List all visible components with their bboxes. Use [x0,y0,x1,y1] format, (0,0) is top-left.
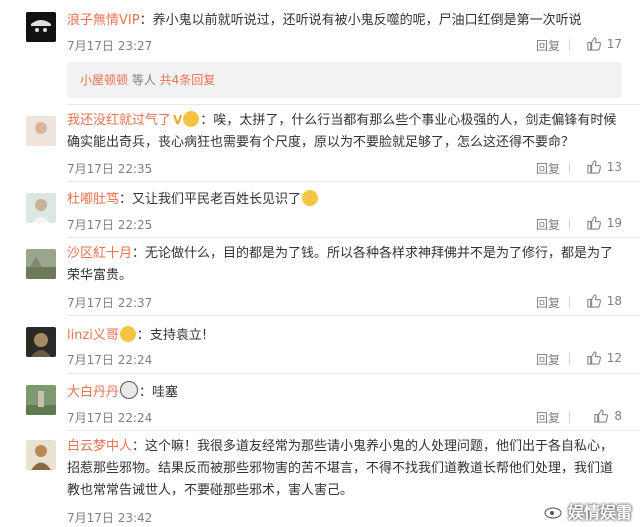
watermark: 娱情娱雷 [544,499,632,523]
sub-replies-box[interactable]: 小屋顿顿 等人 共4条回复 [67,62,622,98]
comment-text: 浪子無情VIP：养小鬼以前就听说过，还听说有被小鬼反噬的呢，尸油口红倒是第一次听… [67,10,620,32]
watermark-text: 娱情娱雷 [567,503,632,522]
like-button[interactable]: 19 [586,215,622,230]
like-count: 13 [606,159,622,174]
comment-username[interactable]: 杜嘟肚笃 [67,192,119,207]
panda-emoji [120,381,139,399]
comment-body: ：养小鬼以前就听说过，还听说有被小鬼反噬的呢，尸油口红倒是第一次听说 [139,13,582,28]
divider [67,430,640,431]
avatar[interactable] [26,440,56,470]
comment-text: 白云梦中人：这个嘛！我很多道友经常为那些请小鬼养小鬼的人处理问题，他们出于各自私… [67,436,620,502]
vip-badge: V [173,113,183,127]
comment-username[interactable]: linzi义哥 [67,328,119,343]
avatar[interactable] [26,12,56,42]
thumbs-up-icon [587,160,601,174]
thumbs-up-icon [587,294,601,308]
divider [569,411,570,423]
comment-time: 7月17日 22:37 [67,296,153,310]
reply-button[interactable]: 回复 [536,216,560,233]
avatar[interactable] [26,327,56,357]
comment-text: 大白丹丹 ：哇塞 [67,381,620,404]
avatar[interactable] [26,385,56,415]
comment-time: 7月17日 22:25 [67,218,153,232]
avatar[interactable] [26,116,56,146]
comment-username[interactable]: 浪子無情VIP [67,13,140,28]
sub-replies-summary[interactable]: 小屋顿顿 等人 共4条回复 [80,71,215,88]
avatar[interactable] [26,249,56,279]
divider [569,353,570,365]
like-count: 17 [606,36,622,51]
comment-time: 7月17日 23:27 [67,39,153,53]
like-button[interactable]: 18 [586,293,622,308]
divider [67,315,640,316]
like-count: 8 [614,408,622,423]
like-button[interactable]: 12 [586,350,622,365]
comment-username[interactable]: 大白丹丹 [67,385,119,400]
comment-username[interactable]: 我还没红就过气了 [67,113,171,128]
comment-username[interactable]: 白云梦中人 [67,439,132,454]
reply-button[interactable]: 回复 [536,409,560,426]
reply-button[interactable]: 回复 [536,294,560,311]
sub-reply-mid: 等人 [128,73,160,87]
like-count: 18 [606,293,622,308]
comment-body: ：哇塞 [139,385,179,400]
divider [569,296,570,308]
comment-time: 7月17日 22:24 [67,353,153,367]
comment-username[interactable]: 沙区紅十月 [67,246,132,261]
like-button[interactable]: 17 [586,36,622,51]
thumbs-up-icon [594,409,609,423]
sub-reply-count[interactable]: 共4条回复 [160,73,216,87]
weibo-logo-icon [544,507,562,519]
avatar[interactable] [26,193,56,223]
like-count: 12 [606,350,622,365]
divider [569,39,570,51]
sub-reply-username[interactable]: 小屋顿顿 [80,73,128,87]
like-button[interactable]: 8 [593,408,622,423]
comment-time: 7月17日 22:24 [67,411,153,425]
divider [67,237,640,238]
comment-time: 7月17日 23:42 [67,511,153,525]
comment-body: ：这个嘛！我很多道友经常为那些请小鬼养小鬼的人处理问题，他们出于各自私心，招惹那… [67,439,614,498]
like-button[interactable]: 13 [586,159,622,174]
comment-body: ：无论做什么，目的都是为了钱。所以各种各样求神拜佛并不是为了修行，都是为了荣华富… [67,246,614,283]
reply-button[interactable]: 回复 [536,160,560,177]
divider [569,162,570,174]
thumbs-up-icon [587,216,601,230]
shocked-emoji [302,190,319,206]
divider [67,181,640,182]
thumbs-up-icon [587,351,601,365]
comment-text: linzi义哥 ：支持袁立! [67,325,620,347]
comment-body: ：又让我们平民老百姓长见识了 [119,192,302,207]
divider [569,218,570,230]
smile-emoji [119,326,136,342]
reply-button[interactable]: 回复 [536,37,560,54]
comment-text: 杜嘟肚笃：又让我们平民老百姓长见识了 [67,189,620,211]
thumbs-up-icon [587,37,601,51]
comment-text: 沙区紅十月：无论做什么，目的都是为了钱。所以各种各样求神拜佛并不是为了修行，都是… [67,243,620,287]
comment-time: 7月17日 22:35 [67,162,153,176]
reply-button[interactable]: 回复 [536,351,560,368]
divider [67,104,640,105]
divider [67,373,640,374]
comment-text: 我还没红就过气了 V ：唉，太拼了，什么行当都有那么些个事业心极强的人，剑走偏锋有时… [67,109,620,154]
smile-emoji [183,111,200,127]
like-count: 19 [606,215,622,230]
comment-body: ：支持袁立! [136,328,208,343]
